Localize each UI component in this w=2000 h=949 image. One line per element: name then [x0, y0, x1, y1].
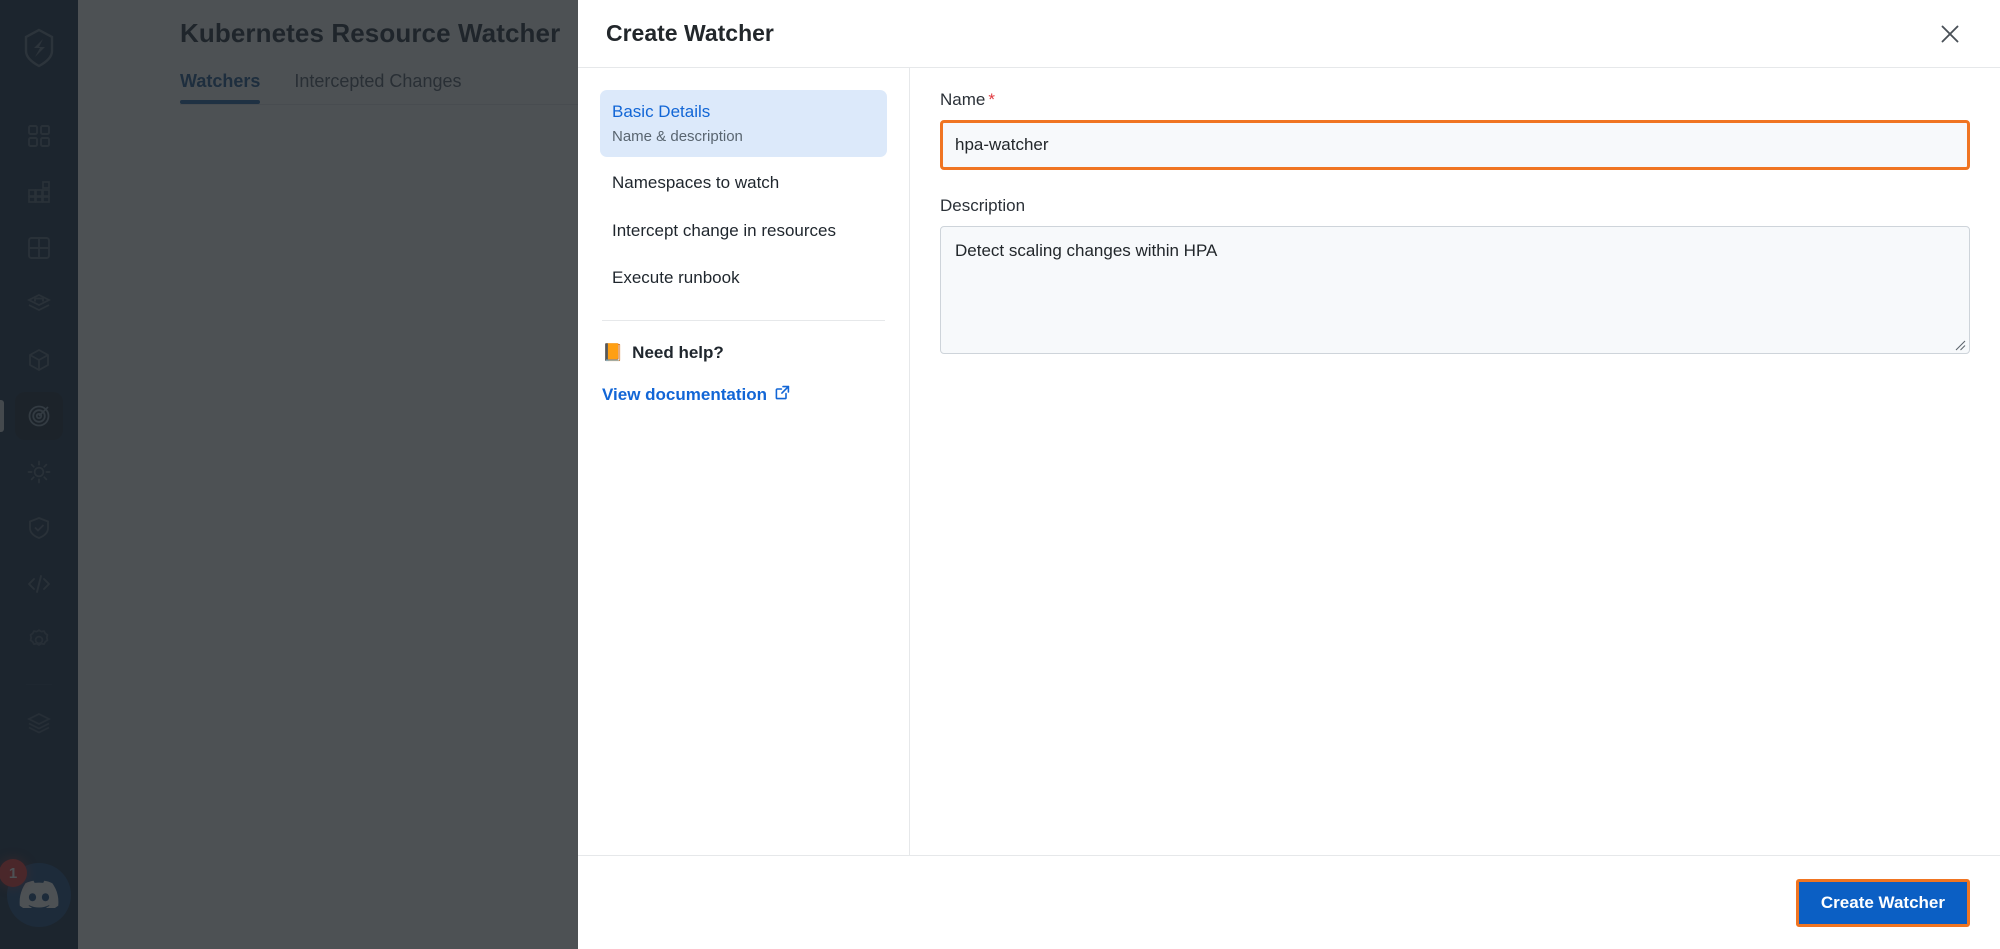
name-field-label: Name * — [940, 90, 1970, 110]
create-watcher-modal: Create Watcher Basic Details Name & desc… — [578, 0, 2000, 949]
required-asterisk: * — [988, 90, 995, 109]
orange-book-icon: 📙 — [602, 343, 624, 362]
create-watcher-button[interactable]: Create Watcher — [1795, 878, 1970, 927]
name-input[interactable] — [940, 120, 1970, 170]
description-textarea[interactable] — [940, 226, 1970, 354]
step-title: Execute runbook — [612, 268, 740, 287]
close-icon[interactable] — [1930, 14, 1970, 54]
need-help-heading: 📙 Need help? — [600, 343, 887, 363]
step-title: Namespaces to watch — [612, 173, 780, 192]
external-link-icon — [775, 385, 790, 405]
step-execute-runbook[interactable]: Execute runbook — [600, 256, 887, 300]
modal-form: Name* Description — [910, 68, 2000, 855]
modal-title: Create Watcher — [606, 20, 774, 46]
step-basic-details[interactable]: Basic Details Name & description — [600, 90, 887, 157]
step-title: Basic Details — [612, 102, 711, 121]
name-label-text: Name — [940, 90, 986, 109]
step-namespaces-to-watch[interactable]: Namespaces to watch — [600, 161, 887, 205]
step-intercept-change-in-resources[interactable]: Intercept change in resources — [600, 209, 887, 253]
description-field-label: Description — [940, 196, 1026, 215]
step-subtitle: Name & description — [612, 127, 743, 145]
need-help-label: Need help? — [632, 342, 724, 362]
modal-steps-nav: Basic Details Name & description Namespa… — [578, 68, 910, 855]
steps-divider — [602, 319, 885, 321]
step-title: Intercept change in resources — [612, 220, 836, 240]
modal-body: Basic Details Name & description Namespa… — [578, 68, 2000, 855]
modal-footer: Create Watcher — [578, 855, 2000, 949]
view-documentation-label: View documentation — [602, 384, 767, 404]
view-documentation-link[interactable]: View documentation — [600, 385, 790, 405]
modal-header: Create Watcher — [578, 0, 2000, 68]
app-root: 1 Kubernetes Resource Watcher — [0, 0, 2000, 949]
